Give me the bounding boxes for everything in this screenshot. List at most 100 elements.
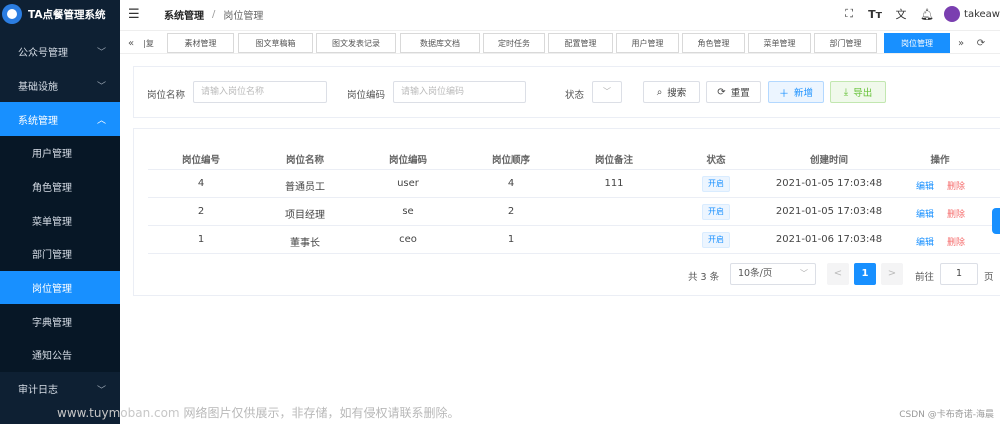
status-select[interactable]: ﹀ [592,81,622,103]
font-size-icon[interactable]: Tт [862,8,888,21]
column-header: 创建时间 [809,155,849,166]
fullscreen-icon[interactable]: ⛶ [836,7,862,21]
goto-page-input[interactable]: 1 [940,263,978,285]
app-title: TA点餐管理系统 [28,8,106,21]
tab-item[interactable]: |复 [136,33,161,53]
hamburger-icon[interactable]: ☰ [128,7,148,22]
edit-link[interactable]: 编辑 [916,235,934,248]
status-badge: 开启 [702,204,730,220]
sidebar-item-users[interactable]: 用户管理 [0,136,120,170]
column-header: 状态 [706,155,726,166]
sidebar-item-label: 菜单管理 [32,216,72,228]
cell-order: 1 [507,234,515,245]
goto-label: 前往 [915,272,935,283]
sidebar-item-dict[interactable]: 字典管理 [0,304,120,338]
search-form: 岗位名称 请输入岗位名称 岗位编码 请输入岗位编码 状态 ﹀ ⌕ 搜索 ⟳ 重置… [133,66,1000,118]
sidebar-item-infra[interactable]: 基础设施 ﹀ [0,68,120,102]
table-header: 岗位编号 岗位名称 岗位编码 岗位顺序 岗位备注 状态 创建时间 操作 [148,147,1000,170]
sidebar: TA点餐管理系统 公众号管理 ﹀ 基础设施 ﹀ 系统管理 ︿ 用户管理 角色管理… [0,0,120,424]
post-code-label: 岗位编码 [347,90,386,101]
post-code-input[interactable]: 请输入岗位编码 [393,81,526,103]
sidebar-item-label: 用户管理 [32,149,72,161]
plus-icon: ＋ [778,88,789,100]
edit-link[interactable]: 编辑 [916,179,934,192]
username[interactable]: takeaw [964,9,1000,20]
cell-id: 2 [197,206,205,217]
breadcrumb-current: 岗位管理 [223,10,264,22]
sidebar-item-audit[interactable]: 审计日志 ﹀ [0,372,120,406]
page-size-select[interactable]: 10条/页 ﹀ [730,263,816,285]
delete-link[interactable]: 删除 [947,207,965,220]
page-size-value: 10条/页 [738,268,773,279]
tab-item-active[interactable]: 岗位管理 [884,33,950,53]
status-badge: 开启 [702,176,730,192]
watermark: www.tuymoban.com 网络图片仅供展示，非存储，如有侵权请联系删除。 [0,404,700,421]
tabs-next-button[interactable]: » [952,33,970,53]
post-name-label: 岗位名称 [147,90,186,101]
tab-item[interactable]: 图文草稿箱 [238,33,313,53]
sidebar-item-label: 基础设施 [18,81,58,93]
sidebar-submenu: 用户管理 角色管理 菜单管理 部门管理 岗位管理 字典管理 通知公告 [0,136,120,372]
tags-view: « |复 素材管理 图文草稿箱 图文发表记录 数据库文档 定时任务 配置管理 用… [120,30,1000,54]
sidebar-item-label: 通知公告 [32,351,72,363]
tab-item[interactable]: 菜单管理 [748,33,811,53]
tab-item[interactable]: 配置管理 [548,33,613,53]
sidebar-item-system[interactable]: 系统管理 ︿ [0,102,120,136]
export-button[interactable]: ⤓ 导出 [830,81,886,103]
sidebar-item-label: 岗位管理 [32,284,72,296]
sidebar-item-menus[interactable]: 菜单管理 [0,203,120,237]
column-header: 岗位编码 [388,155,428,166]
sidebar-item-notice[interactable]: 通知公告 [0,338,120,372]
cell-created: 2021-01-06 17:03:48 [775,234,883,245]
sidebar-item-label: 公众号管理 [18,47,68,59]
delete-link[interactable]: 删除 [947,235,965,248]
settings-drawer-handle[interactable] [992,208,1000,234]
watermark-text: 网络图片仅供展示，非存储，如有侵权请联系删除。 [183,406,460,420]
sidebar-item-wechat[interactable]: 公众号管理 ﹀ [0,34,120,68]
cell-order: 4 [507,178,515,189]
translate-icon[interactable]: 文 [888,6,914,22]
table-row: 4 普通员工 user 4 111 开启 2021-01-05 17:03:48… [148,170,1000,198]
tab-item[interactable]: 用户管理 [616,33,679,53]
pagination-total: 共 3 条 [688,272,720,283]
tab-item[interactable]: 定时任务 [483,33,545,53]
breadcrumb-parent[interactable]: 系统管理 [164,7,204,22]
post-name-input[interactable]: 请输入岗位名称 [193,81,327,103]
edit-link[interactable]: 编辑 [916,207,934,220]
tab-item[interactable]: 部门管理 [814,33,877,53]
reset-button[interactable]: ⟳ 重置 [706,81,761,103]
status-badge: 开启 [702,232,730,248]
bell-icon[interactable]: 🔔︎ [914,8,940,21]
add-button-label: 新增 [793,88,813,99]
column-header: 操作 [930,155,950,166]
tab-item[interactable]: 数据库文档 [400,33,480,53]
tab-item[interactable]: 素材管理 [167,33,234,53]
tab-item[interactable]: 角色管理 [682,33,745,53]
sidebar-item-label: 系统管理 [18,115,58,127]
tab-item[interactable]: 图文发表记录 [316,33,396,53]
delete-link[interactable]: 删除 [947,179,965,192]
avatar[interactable] [944,6,961,22]
sidebar-item-posts[interactable]: 岗位管理 [0,270,120,305]
next-page-button[interactable]: > [881,263,903,285]
app-logo[interactable]: TA点餐管理系统 [0,0,120,28]
add-button[interactable]: ＋ 新增 [768,81,824,103]
sidebar-item-depts[interactable]: 部门管理 [0,237,120,271]
pagination: 共 3 条 10条/页 ﹀ < 1 > 前往 1 页 [134,263,1000,287]
cell-name: 项目经理 [285,210,325,221]
sidebar-item-roles[interactable]: 角色管理 [0,170,120,204]
prev-page-button[interactable]: < [827,263,849,285]
reset-button-label: 重置 [730,88,750,99]
current-page[interactable]: 1 [854,263,876,285]
chevron-down-icon: ﹀ [800,269,808,278]
refresh-icon: ⟳ [717,86,726,98]
search-button-label: 搜索 [667,88,687,99]
sidebar-item-label: 角色管理 [32,183,72,195]
cell-remark: 111 [604,178,624,189]
app-root: TA点餐管理系统 公众号管理 ﹀ 基础设施 ﹀ 系统管理 ︿ 用户管理 角色管理… [0,0,1000,424]
logo-icon [2,4,22,24]
column-header: 岗位编号 [181,155,221,166]
cell-id: 4 [197,178,205,189]
search-button[interactable]: ⌕ 搜索 [643,81,700,103]
refresh-icon[interactable]: ⟳ [972,33,990,53]
